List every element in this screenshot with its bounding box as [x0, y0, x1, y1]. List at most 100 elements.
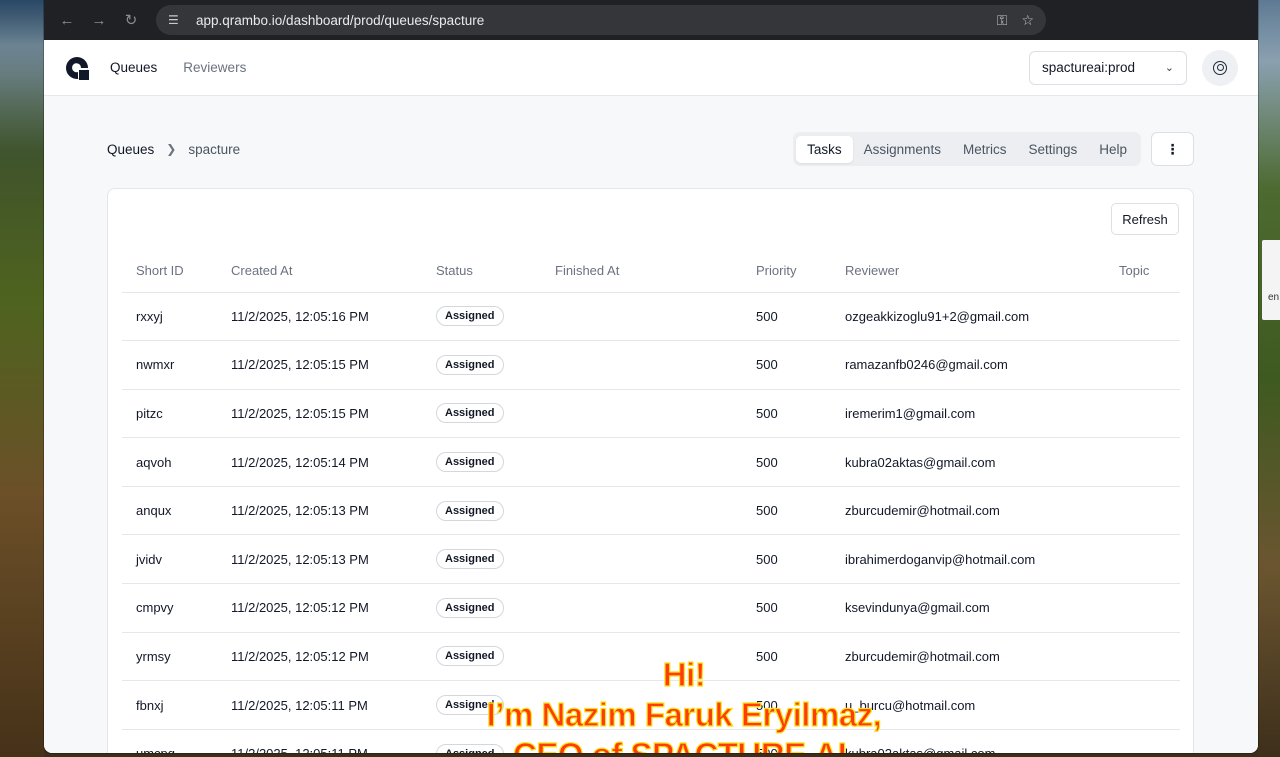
cell-priority: 500: [742, 389, 831, 439]
status-badge: Assigned: [436, 500, 504, 521]
app-header: Queues Reviewers spactureai:prod ⌄: [44, 40, 1258, 96]
cell-short-id: jvidv: [122, 534, 217, 585]
nav-queues[interactable]: Queues: [110, 60, 157, 75]
arrow-right-icon[interactable]: →: [86, 7, 112, 33]
environment-select[interactable]: spactureai:prod ⌄: [1029, 50, 1187, 85]
environment-select-value: spactureai:prod: [1042, 60, 1136, 75]
more-vertical-icon[interactable]: ⋮: [1151, 132, 1194, 166]
status-badge: Assigned: [436, 306, 504, 327]
cell-priority: 500: [742, 486, 831, 536]
cell-finished-at: [541, 340, 742, 390]
cell-created-at: 11/2/2025, 12:05:14 PM: [217, 437, 422, 487]
caption-line: Hi!: [662, 655, 706, 693]
col-topic: Topic: [1105, 249, 1180, 293]
tab-settings[interactable]: Settings: [1017, 136, 1088, 163]
qrambo-logo-icon: [66, 56, 89, 80]
col-priority: Priority: [742, 249, 831, 293]
status-badge: Assigned: [436, 452, 504, 473]
status-badge: Assigned: [436, 354, 504, 375]
cell-topic: [1105, 729, 1180, 753]
col-created-at: Created At: [217, 249, 422, 293]
cell-topic: [1105, 437, 1180, 487]
tab-help[interactable]: Help: [1088, 136, 1138, 163]
cell-topic: [1105, 389, 1180, 439]
cell-priority: 500: [742, 534, 831, 585]
table-row[interactable]: cmpvy 11/2/2025, 12:05:12 PM Assigned 500 ks…: [122, 583, 1180, 633]
app-root: Queues Reviewers spactureai:prod ⌄ Queue…: [44, 40, 1258, 753]
refresh-button[interactable]: Refresh: [1111, 203, 1179, 235]
cell-short-id: umcpq: [122, 729, 217, 753]
status-badge: Assigned: [436, 549, 504, 570]
logo[interactable]: [64, 55, 90, 81]
background-window-edge: en: [1262, 240, 1280, 320]
cell-created-at: 11/2/2025, 12:05:13 PM: [217, 534, 422, 585]
cell-short-id: cmpvy: [122, 583, 217, 633]
cell-reviewer: ibrahimerdoganvip@hotmail.com: [831, 534, 1105, 585]
queue-tabs: Tasks Assignments Metrics Settings Help: [793, 132, 1141, 166]
user-circle-icon[interactable]: [1202, 49, 1238, 86]
cell-status: Assigned: [422, 486, 541, 536]
cell-short-id: rxxyj: [122, 292, 217, 342]
cell-finished-at: [541, 389, 742, 439]
cell-finished-at: [541, 437, 742, 487]
table-row[interactable]: anqux 11/2/2025, 12:05:13 PM Assigned 500 zb…: [122, 486, 1180, 536]
table-row[interactable]: nwmxr 11/2/2025, 12:05:15 PM Assigned 500 ra…: [122, 340, 1180, 390]
cell-short-id: anqux: [122, 486, 217, 536]
cell-status: Assigned: [422, 534, 541, 585]
cell-topic: [1105, 534, 1180, 585]
cell-topic: [1105, 486, 1180, 536]
col-short-id: Short ID: [122, 249, 217, 293]
cell-finished-at: [541, 486, 742, 536]
cell-reviewer: ozgeakkizoglu91+2@gmail.com: [831, 292, 1105, 342]
tab-tasks[interactable]: Tasks: [796, 135, 853, 163]
col-status: Status: [422, 249, 541, 293]
cell-status: Assigned: [422, 292, 541, 342]
cell-reviewer: zburcudemir@hotmail.com: [831, 486, 1105, 536]
cell-short-id: yrmsy: [122, 632, 217, 682]
cell-short-id: pitzc: [122, 389, 217, 439]
key-icon[interactable]: ⚿: [997, 12, 1008, 29]
cell-created-at: 11/2/2025, 12:05:15 PM: [217, 389, 422, 439]
cell-priority: 500: [742, 340, 831, 390]
cell-short-id: fbnxj: [122, 680, 217, 730]
caption-line: I’m Nazim Faruk Eryilmaz,: [486, 695, 882, 733]
url-text[interactable]: app.qrambo.io/dashboard/prod/queues/spac…: [196, 13, 983, 28]
cell-finished-at: [541, 583, 742, 633]
cell-created-at: 11/2/2025, 12:05:12 PM: [217, 632, 422, 682]
cell-topic: [1105, 292, 1180, 342]
star-icon[interactable]: ☆: [1021, 12, 1034, 29]
cell-topic: [1105, 680, 1180, 730]
cell-status: Assigned: [422, 340, 541, 390]
browser-window: ← → ↻ ☰ app.qrambo.io/dashboard/prod/que…: [44, 0, 1258, 753]
status-badge: Assigned: [436, 597, 504, 618]
cell-reviewer: ramazanfb0246@gmail.com: [831, 340, 1105, 390]
table-row[interactable]: pitzc 11/2/2025, 12:05:15 PM Assigned 500 ir…: [122, 389, 1180, 439]
cell-priority: 500: [742, 437, 831, 487]
cell-topic: [1105, 340, 1180, 390]
cell-reviewer: iremerim1@gmail.com: [831, 389, 1105, 439]
cell-finished-at: [541, 534, 742, 585]
tab-assignments[interactable]: Assignments: [853, 136, 952, 163]
cell-status: Assigned: [422, 583, 541, 633]
tune-icon[interactable]: ☰: [168, 13, 188, 27]
table-row[interactable]: jvidv 11/2/2025, 12:05:13 PM Assigned 500 ib…: [122, 534, 1180, 585]
desktop-wallpaper-right: en: [1258, 0, 1280, 757]
address-bar[interactable]: ☰ app.qrambo.io/dashboard/prod/queues/sp…: [156, 5, 1046, 35]
cell-status: Assigned: [422, 389, 541, 439]
table-row[interactable]: rxxyj 11/2/2025, 12:05:16 PM Assigned 500 oz…: [122, 292, 1180, 342]
status-badge: Assigned: [436, 403, 504, 424]
cell-created-at: 11/2/2025, 12:05:15 PM: [217, 340, 422, 390]
breadcrumb-queues[interactable]: Queues: [107, 142, 154, 157]
tab-metrics[interactable]: Metrics: [952, 136, 1018, 163]
breadcrumb-current: spacture: [188, 141, 241, 157]
cell-status: Assigned: [422, 437, 541, 487]
nav-reviewers[interactable]: Reviewers: [183, 60, 246, 75]
chevron-down-icon: ⌄: [1164, 62, 1174, 74]
chevron-right-icon: ❯: [166, 142, 177, 156]
page-subheader: Queues ❯ spacture Tasks Assignments Metr…: [107, 132, 1194, 166]
reload-icon[interactable]: ↻: [118, 7, 144, 33]
arrow-left-icon[interactable]: ←: [54, 7, 80, 33]
table-row[interactable]: aqvoh 11/2/2025, 12:05:14 PM Assigned 500 ku…: [122, 437, 1180, 487]
cell-topic: [1105, 583, 1180, 633]
cell-topic: [1105, 632, 1180, 682]
